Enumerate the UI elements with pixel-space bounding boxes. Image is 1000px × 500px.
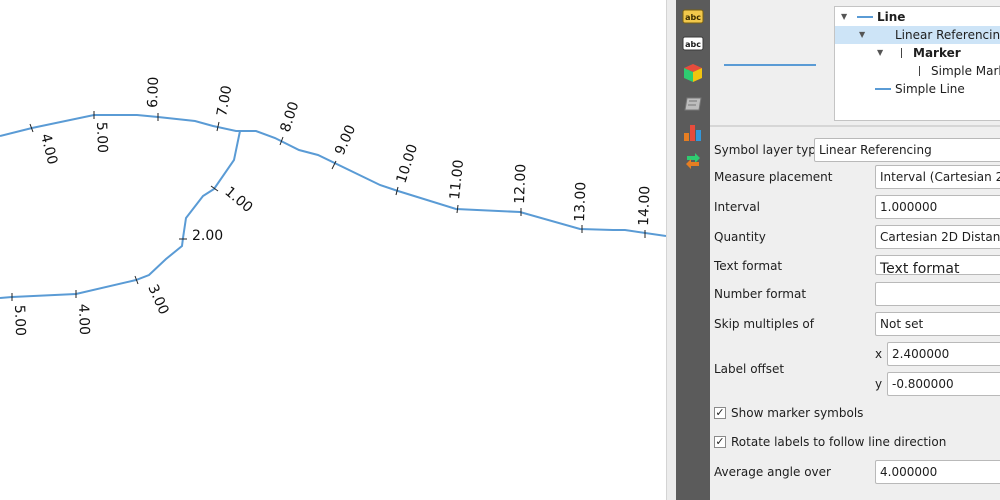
measure-label: 5.00 (11, 305, 28, 337)
chevron-down-icon[interactable]: ▼ (841, 8, 847, 26)
measure-label: 8.00 (278, 100, 303, 135)
interval-label: Interval (714, 200, 760, 214)
tree-item-label: Line (877, 10, 906, 24)
panel-divider[interactable] (710, 125, 1000, 127)
tree-item-label: Simple Line (895, 82, 965, 96)
symbol-layer-type-label: Symbol layer type (714, 143, 824, 157)
text-format-button[interactable]: Text format (875, 255, 1000, 275)
tick-a-11 (456, 204, 459, 214)
tree-item-line[interactable]: ▼ Line (835, 8, 1000, 26)
measure-label: 12.00 (512, 164, 529, 205)
rotate-labels-label[interactable]: Rotate labels to follow line direction (731, 434, 946, 450)
style-tab-bar: abc abc (676, 0, 710, 500)
measure-label: 1.00 (221, 184, 255, 216)
measure-label: 10.00 (394, 142, 422, 185)
chevron-down-icon[interactable]: ▼ (877, 44, 883, 62)
offset-y-axis-label: y (875, 377, 883, 391)
measure-placement-select[interactable]: Interval (Cartesian 2D Distance) (875, 165, 1000, 189)
tree-item-marker[interactable]: ▼ Marker (835, 44, 1000, 62)
measure-label: 7.00 (214, 84, 235, 117)
skip-multiples-spinbox[interactable]: Not set (875, 312, 1000, 336)
offset-x-axis-label: x (875, 347, 883, 361)
quantity-select[interactable]: Cartesian 2D Distance (875, 225, 1000, 249)
symbol-properties-panel: ▼ Line ▼ Linear Referencing ▼ Marker Sim… (710, 0, 1000, 500)
skip-multiples-label: Skip multiples of (714, 317, 814, 331)
rendering-icon[interactable] (681, 150, 705, 172)
label-abc-icon[interactable]: abc (681, 33, 705, 55)
offset-y-spinbox[interactable]: -0.800000 (887, 372, 1000, 396)
measure-label: 4.00 (75, 304, 92, 336)
map-canvas[interactable]: 4.00 5.00 6.00 7.00 8.00 9.00 10.00 11.0… (0, 0, 666, 500)
chevron-down-icon[interactable]: ▼ (859, 26, 865, 44)
interval-spinbox[interactable]: 1.000000 (875, 195, 1000, 219)
tree-item-label: Linear Referencing (895, 28, 1000, 42)
measure-label: 2.00 (192, 228, 223, 244)
text-format-preview: Text format (880, 261, 960, 275)
tree-item-label: Marker (913, 46, 961, 60)
line-swatch-icon (857, 16, 873, 18)
line-feature-branch (0, 130, 241, 299)
offset-x-spinbox[interactable]: 2.400000 (887, 342, 1000, 366)
measure-label: 13.00 (572, 182, 589, 223)
symbol-preview-area: ▼ Line ▼ Linear Referencing ▼ Marker Sim… (710, 0, 1000, 125)
mask-icon[interactable] (681, 92, 705, 114)
tree-item-simple-marker[interactable]: Simple Marker (835, 62, 1000, 80)
measure-label: 5.00 (93, 122, 110, 154)
tree-item-linear-referencing[interactable]: ▼ Linear Referencing (835, 26, 1000, 44)
measure-label: 3.00 (144, 282, 171, 317)
show-marker-checkbox[interactable]: ✓ (714, 407, 726, 419)
tree-item-label: Simple Marker (931, 64, 1000, 78)
symbol-layer-tree[interactable]: ▼ Line ▼ Linear Referencing ▼ Marker Sim… (834, 6, 1000, 121)
marker-swatch-icon (901, 48, 902, 58)
label-abc-yellow-icon[interactable]: abc (681, 6, 705, 28)
3d-cube-icon[interactable] (681, 62, 705, 84)
line-swatch-icon (875, 88, 891, 90)
number-format-label: Number format (714, 287, 807, 301)
tree-item-simple-line[interactable]: Simple Line (835, 80, 1000, 98)
measure-label: 14.00 (636, 186, 653, 227)
diagram-icon[interactable] (681, 121, 705, 143)
measure-label: 6.00 (145, 76, 162, 108)
symbol-preview-line (724, 64, 816, 66)
label-offset-label: Label offset (714, 362, 785, 376)
quantity-label: Quantity (714, 230, 766, 244)
measure-label: 9.00 (332, 123, 359, 158)
average-angle-label: Average angle over (714, 465, 831, 479)
measure-label: 4.00 (37, 132, 60, 166)
svg-text:abc: abc (685, 40, 701, 49)
number-format-button[interactable] (875, 282, 1000, 306)
svg-text:abc: abc (685, 13, 701, 22)
measure-label: 11.00 (447, 159, 467, 201)
symbol-layer-type-select[interactable]: Linear Referencing (814, 138, 1000, 162)
average-angle-spinbox[interactable]: 4.000000 (875, 460, 1000, 484)
marker-swatch-icon (919, 66, 920, 76)
map-svg: 4.00 5.00 6.00 7.00 8.00 9.00 10.00 11.0… (0, 76, 666, 337)
rotate-labels-checkbox[interactable]: ✓ (714, 436, 726, 448)
show-marker-label[interactable]: Show marker symbols (731, 405, 863, 421)
measure-placement-label: Measure placement (714, 170, 833, 184)
text-format-label: Text format (714, 259, 783, 273)
